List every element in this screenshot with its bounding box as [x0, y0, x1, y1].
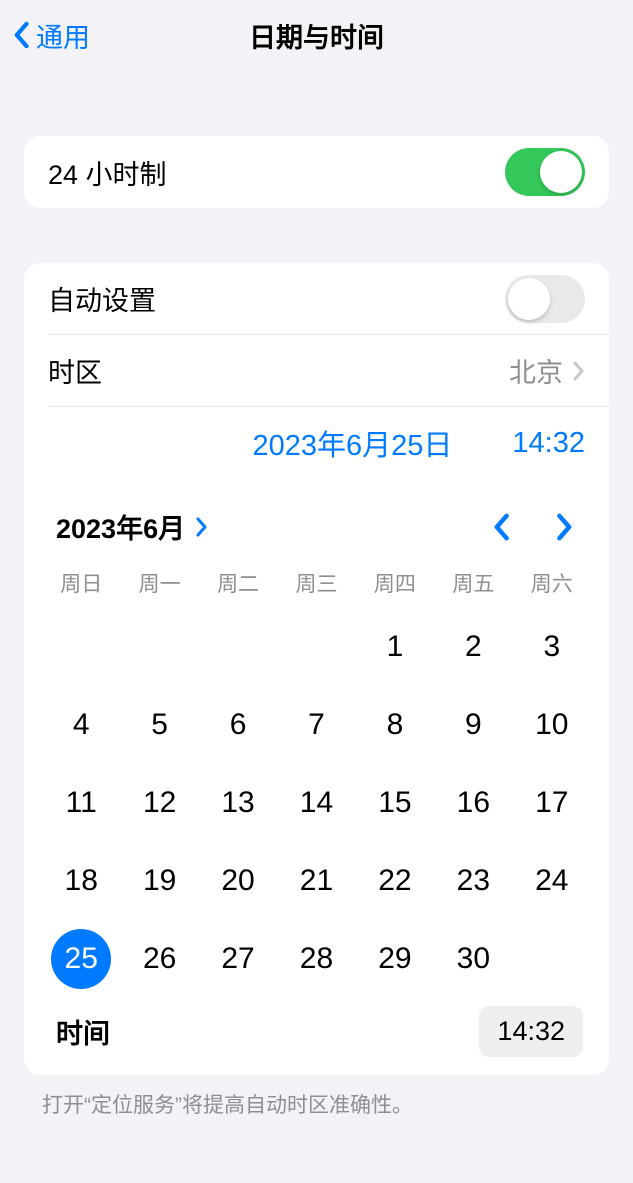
calendar-empty: [199, 608, 277, 686]
calendar-day[interactable]: 4: [42, 686, 120, 764]
calendar: 2023年6月 周日周一周二周三周四周五周六 12345678910111213…: [24, 479, 609, 1075]
calendar-day[interactable]: 23: [434, 842, 512, 920]
value-timezone: 北京: [509, 351, 563, 390]
toggle-auto-set[interactable]: [505, 275, 585, 323]
calendar-day[interactable]: 22: [356, 842, 434, 920]
calendar-day[interactable]: 18: [42, 842, 120, 920]
footer-note: 打开“定位服务”将提高自动时区准确性。: [42, 1089, 591, 1119]
date-display[interactable]: 2023年6月25日: [253, 422, 453, 464]
calendar-day[interactable]: 17: [513, 764, 591, 842]
toggle-knob: [508, 278, 550, 320]
label-auto-set: 自动设置: [48, 279, 156, 318]
prev-month-button[interactable]: [491, 513, 511, 541]
calendar-day[interactable]: 6: [199, 686, 277, 764]
calendar-day[interactable]: 10: [513, 686, 591, 764]
calendar-day[interactable]: 26: [120, 920, 198, 998]
back-label: 通用: [36, 16, 90, 55]
calendar-day[interactable]: 5: [120, 686, 198, 764]
calendar-day[interactable]: 15: [356, 764, 434, 842]
weekday-label: 周日: [42, 568, 120, 598]
time-label: 时间: [56, 1012, 110, 1051]
page-title: 日期与时间: [249, 16, 384, 55]
calendar-empty: [277, 608, 355, 686]
calendar-day[interactable]: 29: [356, 920, 434, 998]
calendar-day[interactable]: 30: [434, 920, 512, 998]
calendar-empty: [42, 608, 120, 686]
weekday-label: 周六: [513, 568, 591, 598]
label-24h: 24 小时制: [48, 153, 167, 192]
row-current-datetime: 2023年6月25日 14:32: [24, 407, 609, 479]
calendar-day[interactable]: 25: [42, 920, 120, 998]
time-picker[interactable]: 14:32: [479, 1006, 583, 1057]
weekday-label: 周二: [199, 568, 277, 598]
weekday-label: 周五: [434, 568, 512, 598]
calendar-day[interactable]: 14: [277, 764, 355, 842]
next-month-button[interactable]: [555, 513, 575, 541]
chevron-right-icon: [195, 517, 209, 537]
calendar-day[interactable]: 7: [277, 686, 355, 764]
calendar-day[interactable]: 1: [356, 608, 434, 686]
back-button[interactable]: 通用: [0, 16, 90, 55]
calendar-day[interactable]: 27: [199, 920, 277, 998]
calendar-day[interactable]: 20: [199, 842, 277, 920]
calendar-day[interactable]: 2: [434, 608, 512, 686]
calendar-day[interactable]: 11: [42, 764, 120, 842]
row-24h: 24 小时制: [24, 136, 609, 208]
weekday-label: 周一: [120, 568, 198, 598]
calendar-day[interactable]: 9: [434, 686, 512, 764]
calendar-day-selected[interactable]: 25: [51, 929, 111, 989]
weekday-label: 周三: [277, 568, 355, 598]
calendar-day[interactable]: 19: [120, 842, 198, 920]
row-auto-set: 自动设置: [48, 263, 609, 335]
chevron-left-icon: [12, 21, 30, 49]
toggle-knob: [540, 151, 582, 193]
row-timezone[interactable]: 时区 北京: [48, 335, 609, 407]
toggle-24h[interactable]: [505, 148, 585, 196]
month-picker[interactable]: 2023年6月: [56, 507, 209, 546]
calendar-day[interactable]: 16: [434, 764, 512, 842]
time-display[interactable]: 14:32: [512, 427, 585, 460]
chevron-right-icon: [573, 361, 585, 381]
calendar-day[interactable]: 12: [120, 764, 198, 842]
label-timezone: 时区: [48, 351, 102, 390]
weekday-label: 周四: [356, 568, 434, 598]
calendar-day[interactable]: 28: [277, 920, 355, 998]
calendar-day[interactable]: 21: [277, 842, 355, 920]
calendar-day[interactable]: 8: [356, 686, 434, 764]
month-label: 2023年6月: [56, 507, 185, 546]
calendar-day[interactable]: 3: [513, 608, 591, 686]
calendar-empty: [120, 608, 198, 686]
calendar-day[interactable]: 24: [513, 842, 591, 920]
calendar-day[interactable]: 13: [199, 764, 277, 842]
